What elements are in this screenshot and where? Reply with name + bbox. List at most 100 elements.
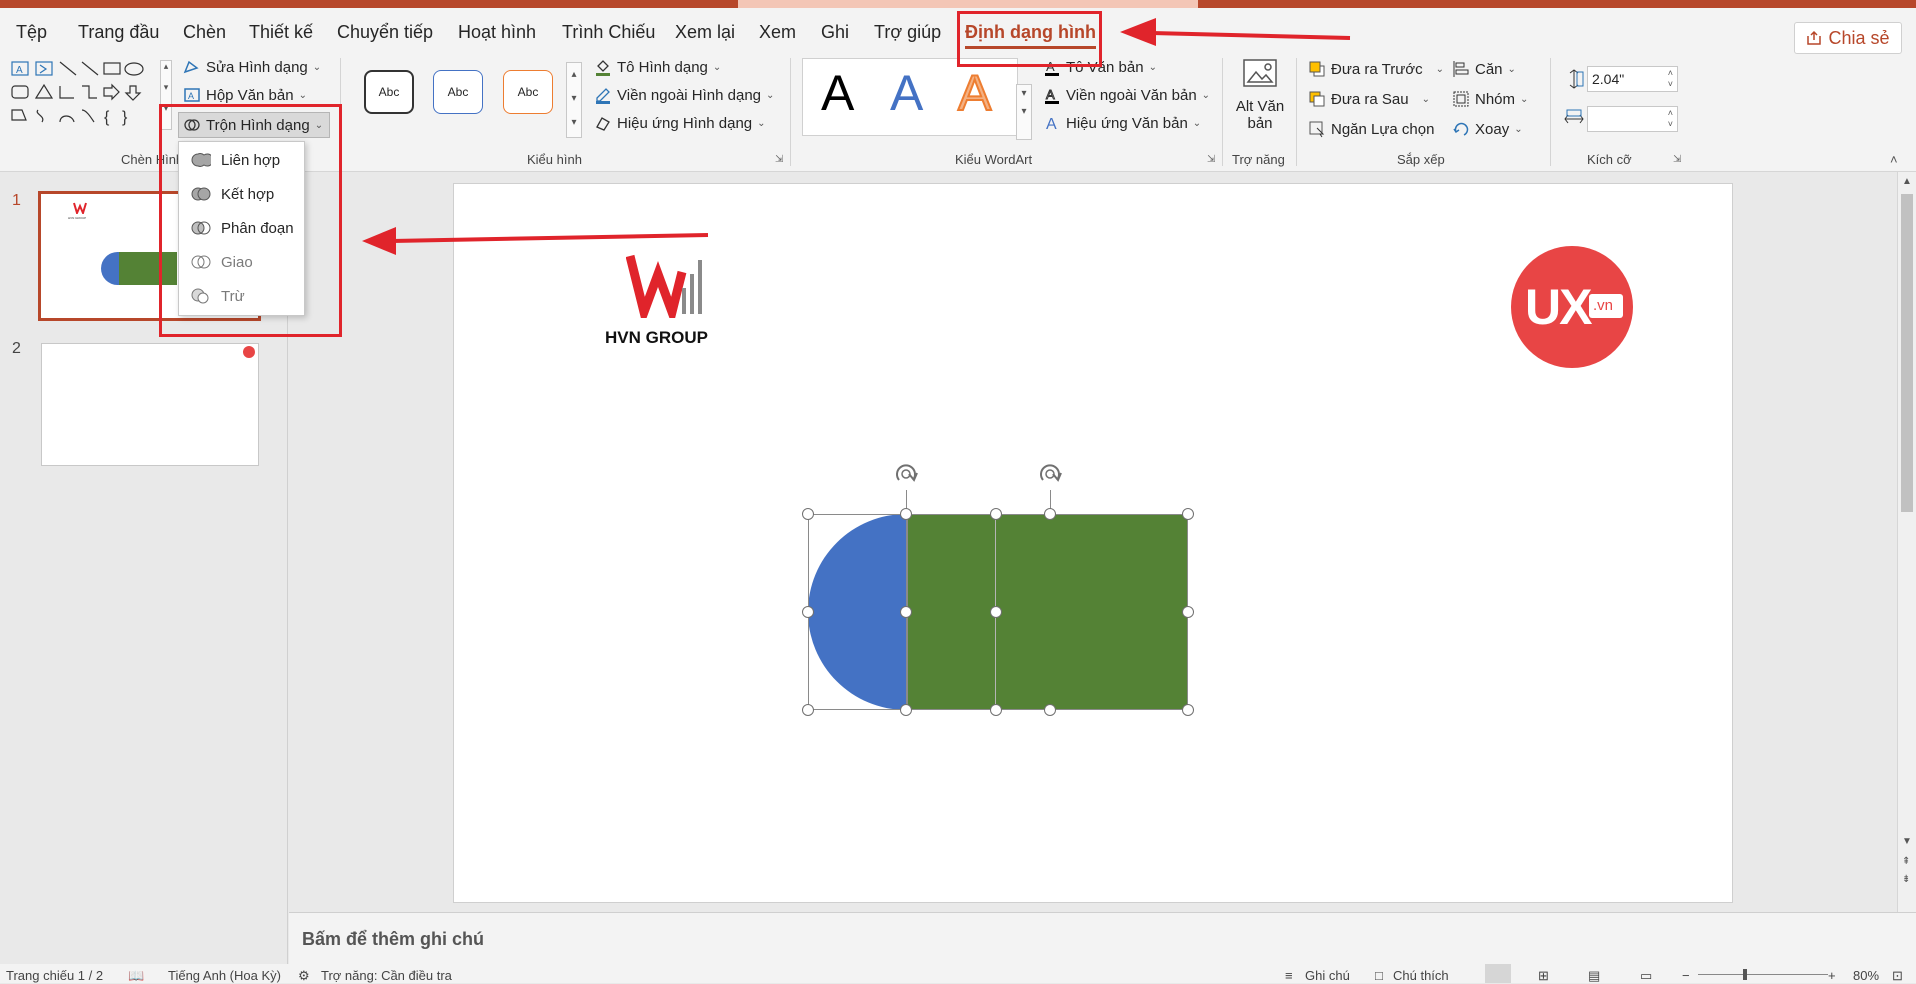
tab-home[interactable]: Trang đầu xyxy=(78,22,159,43)
wordart-black[interactable]: A xyxy=(821,64,854,122)
zoom-slider-thumb[interactable] xyxy=(1743,969,1747,980)
collapse-ribbon-icon[interactable]: ˄ xyxy=(1890,152,1898,167)
shape-style-orange[interactable]: Abc xyxy=(503,70,553,114)
dialog-launcher-icon[interactable]: ⇲ xyxy=(1673,154,1681,165)
send-backward-button[interactable]: Đưa ra Sau ⌄ xyxy=(1308,90,1430,108)
paint-bucket-icon xyxy=(596,60,610,76)
slideshow-icon[interactable]: ▭ xyxy=(1640,968,1652,984)
pencil-icon xyxy=(596,88,610,104)
resize-handle[interactable] xyxy=(1044,508,1056,520)
resize-handle[interactable] xyxy=(900,508,912,520)
shape-style-blue[interactable]: Abc xyxy=(433,70,483,114)
resize-handle[interactable] xyxy=(802,606,814,618)
selection-pane-icon xyxy=(1309,121,1325,138)
rotate-button[interactable]: Xoay ⌄ xyxy=(1452,120,1523,138)
accessibility-status[interactable]: Trợ năng: Cần điều tra xyxy=(321,968,452,983)
thumb-semicircle xyxy=(101,252,119,285)
rotate-handle-icon[interactable] xyxy=(1035,460,1065,490)
send-backward-icon xyxy=(1309,91,1325,107)
ux-logo-suffix: .vn xyxy=(1593,297,1614,314)
zoom-level[interactable]: 80% xyxy=(1853,968,1879,983)
tab-design[interactable]: Thiết kế xyxy=(249,22,313,43)
align-label: Căn xyxy=(1475,60,1503,78)
spellcheck-icon[interactable]: 📖 xyxy=(128,968,144,984)
tab-insert[interactable]: Chèn xyxy=(183,22,226,43)
notes-placeholder: Bấm để thêm ghi chú xyxy=(302,929,485,949)
text-effects-icon: A xyxy=(1046,116,1057,132)
zoom-slider[interactable] xyxy=(1698,974,1828,975)
shape-styles-scroll[interactable]: ▴ ▾ ▾ xyxy=(566,62,582,138)
resize-handle[interactable] xyxy=(1044,704,1056,716)
resize-handle[interactable] xyxy=(990,606,1002,618)
comments-button[interactable]: Chú thích xyxy=(1393,968,1449,983)
slide-canvas[interactable]: HVN GROUP UX .vn xyxy=(453,183,1733,903)
scroll-up-icon[interactable]: ▲ xyxy=(1902,176,1912,187)
tab-slideshow[interactable]: Trình Chiếu xyxy=(562,22,655,43)
tab-file[interactable]: Tệp xyxy=(16,22,47,43)
zoom-in-icon[interactable]: + xyxy=(1828,968,1836,983)
normal-view-icon[interactable] xyxy=(1485,964,1511,983)
group-button[interactable]: Nhóm ⌄ xyxy=(1452,90,1528,108)
fit-slide-icon[interactable]: ⊡ xyxy=(1892,968,1903,984)
wordart-scroll[interactable]: ▾ ▾ xyxy=(1016,84,1032,140)
selection-pane-button[interactable]: Ngăn Lựa chọn xyxy=(1308,120,1434,138)
slide-thumbnail-2[interactable] xyxy=(41,343,259,466)
resize-handle[interactable] xyxy=(900,606,912,618)
shape-style-sample: Abc xyxy=(517,85,539,99)
alt-text-button[interactable]: Alt Văn bản xyxy=(1230,58,1290,150)
shape-effects-button[interactable]: Hiệu ứng Hình dạng ⌄ xyxy=(594,114,766,132)
wordart-orange[interactable]: A xyxy=(957,64,992,122)
group-label-shape-styles: Kiểu hình xyxy=(527,152,582,167)
selection-pane-label: Ngăn Lựa chọn xyxy=(1331,120,1435,138)
width-input[interactable]: ˄ ˅ xyxy=(1587,106,1678,132)
resize-handle[interactable] xyxy=(802,508,814,520)
text-effects-button[interactable]: A Hiệu ứng Văn bản ⌄ xyxy=(1043,114,1201,133)
slide-sorter-icon[interactable]: ⊞ xyxy=(1538,968,1549,984)
language[interactable]: Tiếng Anh (Hoa Kỳ) xyxy=(168,968,281,983)
next-slide-icon[interactable]: ⇟ xyxy=(1902,874,1910,885)
dialog-launcher-icon[interactable]: ⇲ xyxy=(775,154,783,165)
resize-handle[interactable] xyxy=(1182,508,1194,520)
tab-review[interactable]: Xem lại xyxy=(675,22,735,43)
vertical-scrollbar[interactable]: ▲ ▼ ⇞ ⇟ xyxy=(1897,172,1916,912)
tab-animations[interactable]: Hoạt hình xyxy=(458,22,536,43)
align-button[interactable]: Căn ⌄ xyxy=(1452,60,1516,78)
align-icon xyxy=(1453,61,1469,77)
share-button[interactable]: Chia sẻ xyxy=(1794,22,1902,54)
text-outline-button[interactable]: A Viền ngoài Văn bản ⌄ xyxy=(1043,86,1210,104)
tab-help[interactable]: Trợ giúp xyxy=(874,22,941,43)
bring-forward-button[interactable]: Đưa ra Trước ⌄ xyxy=(1308,60,1444,78)
tab-transitions[interactable]: Chuyển tiếp xyxy=(337,22,433,43)
zoom-out-icon[interactable]: − xyxy=(1682,968,1690,983)
scrollbar-thumb[interactable] xyxy=(1901,194,1913,512)
alt-text-label-2: bản xyxy=(1247,115,1273,132)
shape-outline-button[interactable]: Viền ngoài Hình dạng ⌄ xyxy=(594,86,774,104)
ux-logo-text: UX xyxy=(1525,279,1592,335)
shape-effects-icon xyxy=(596,117,610,131)
text-box-button[interactable]: A Hộp Văn bản ⌄ xyxy=(183,86,307,104)
wordart-blue[interactable]: A xyxy=(890,64,923,122)
tab-view[interactable]: Xem xyxy=(759,22,796,43)
resize-handle[interactable] xyxy=(1182,606,1194,618)
scroll-down-icon[interactable]: ▼ xyxy=(1902,836,1912,847)
reading-view-icon[interactable]: ▤ xyxy=(1588,968,1600,984)
resize-handle[interactable] xyxy=(990,508,1002,520)
resize-handle[interactable] xyxy=(990,704,1002,716)
shapes-gallery[interactable]: A {} xyxy=(10,60,160,134)
dialog-launcher-icon[interactable]: ⇲ xyxy=(1207,154,1215,165)
group-icon xyxy=(1453,91,1469,107)
resize-handle[interactable] xyxy=(802,704,814,716)
thumb-ux-logo xyxy=(243,346,255,358)
shape-style-dark[interactable]: Abc xyxy=(364,70,414,114)
group-label-size: Kích cỡ xyxy=(1587,152,1632,167)
notes-pane[interactable]: Bấm để thêm ghi chú xyxy=(289,912,1916,964)
rotate-handle-icon[interactable] xyxy=(891,460,921,490)
resize-handle[interactable] xyxy=(1182,704,1194,716)
edit-shape-button[interactable]: Sửa Hình dạng ⌄ xyxy=(183,58,321,76)
notes-button[interactable]: Ghi chú xyxy=(1305,968,1350,983)
height-input[interactable]: 2.04" ˄ ˅ xyxy=(1587,66,1678,92)
tab-record[interactable]: Ghi xyxy=(821,22,849,43)
previous-slide-icon[interactable]: ⇞ xyxy=(1902,856,1910,867)
resize-handle[interactable] xyxy=(900,704,912,716)
shape-fill-button[interactable]: Tô Hình dạng ⌄ xyxy=(594,58,721,76)
